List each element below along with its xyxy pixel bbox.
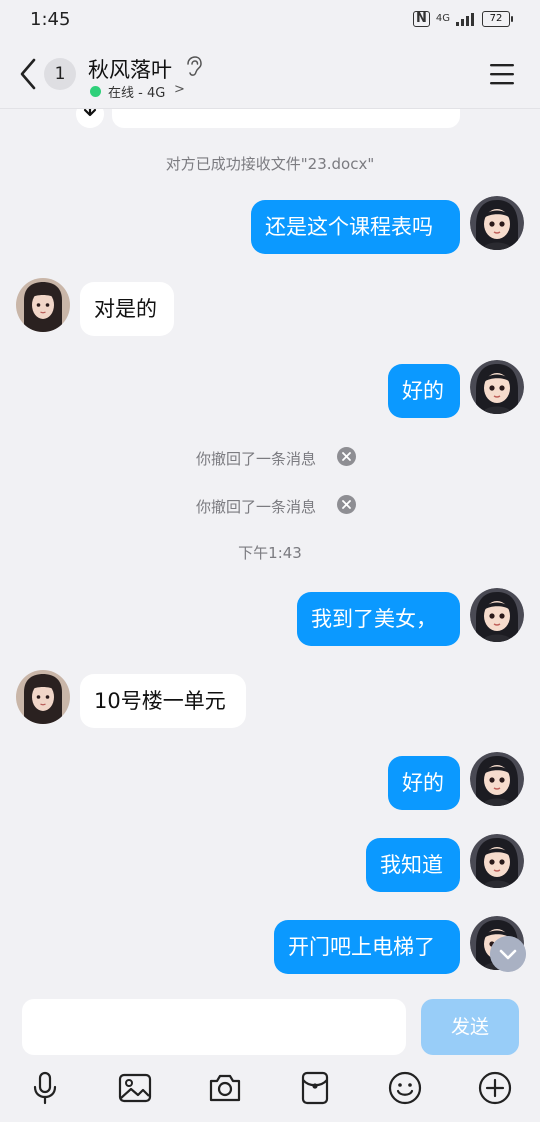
my-avatar-image [470,752,524,806]
outgoing-message[interactable]: 好的 [388,756,460,810]
my-avatar-image [470,360,524,414]
status-bar: 1:45 N 4G 72 [0,0,540,42]
emoji-icon[interactable] [387,1070,423,1106]
my-avatar[interactable] [470,588,524,642]
outgoing-message[interactable]: 还是这个课程表吗 [251,200,460,254]
message-input[interactable] [22,999,406,1055]
file-message-card[interactable] [112,108,460,128]
message-list[interactable]: 对方已成功接收文件"23.docx" 还是这个课程表吗 对是的 好的 你撤回了一… [0,108,540,990]
scroll-to-bottom-icon[interactable] [490,936,526,972]
online-status[interactable]: 在线 - 4G [108,82,165,101]
nfc-icon: N [412,11,430,27]
my-avatar[interactable] [470,834,524,888]
incoming-message[interactable]: 10号楼一单元 [80,674,246,728]
download-icon[interactable] [76,108,104,128]
microphone-icon[interactable] [27,1070,63,1106]
chevron-right-icon[interactable]: > [174,82,185,97]
my-avatar[interactable] [470,752,524,806]
recall-notice: 你撤回了一条消息 [196,450,317,468]
file-received-notice: 对方已成功接收文件"23.docx" [165,155,375,173]
image-icon[interactable] [117,1070,153,1106]
ear-icon[interactable] [184,56,204,78]
back-button[interactable] [14,56,42,92]
my-avatar[interactable] [470,196,524,250]
composer: 发送 [0,990,540,1122]
status-time: 1:45 [30,9,71,30]
contact-avatar[interactable] [16,670,70,724]
outgoing-message[interactable]: 我到了美女， [297,592,460,646]
close-icon[interactable] [337,495,356,514]
my-avatar[interactable] [470,360,524,414]
unread-count-badge[interactable]: 1 [44,58,76,90]
my-avatar-image [470,588,524,642]
camera-icon[interactable] [207,1070,243,1106]
time-divider: 下午1:43 [238,544,302,562]
signal-icon [456,13,474,26]
close-icon[interactable] [337,447,356,466]
outgoing-message[interactable]: 我知道 [366,838,460,892]
outgoing-message[interactable]: 开门吧上电梯了 [274,920,460,974]
contact-avatar-image [16,670,70,724]
online-indicator [90,86,101,97]
chat-header: 1 秋风落叶 在线 - 4G > [0,42,540,109]
network-type: 4G [435,13,450,24]
contact-avatar-image [16,278,70,332]
menu-icon[interactable] [488,62,516,86]
recall-notice: 你撤回了一条消息 [196,498,317,516]
my-avatar-image [470,834,524,888]
contact-name[interactable]: 秋风落叶 [88,54,172,84]
incoming-message[interactable]: 对是的 [80,282,174,336]
plus-icon[interactable] [477,1070,513,1106]
my-avatar-image [470,196,524,250]
contact-avatar[interactable] [16,278,70,332]
red-packet-icon[interactable] [297,1070,333,1106]
outgoing-message[interactable]: 好的 [388,364,460,418]
status-icons: N 4G 72 [412,11,513,27]
send-button[interactable]: 发送 [421,999,519,1055]
battery-icon: 72 [482,11,513,27]
